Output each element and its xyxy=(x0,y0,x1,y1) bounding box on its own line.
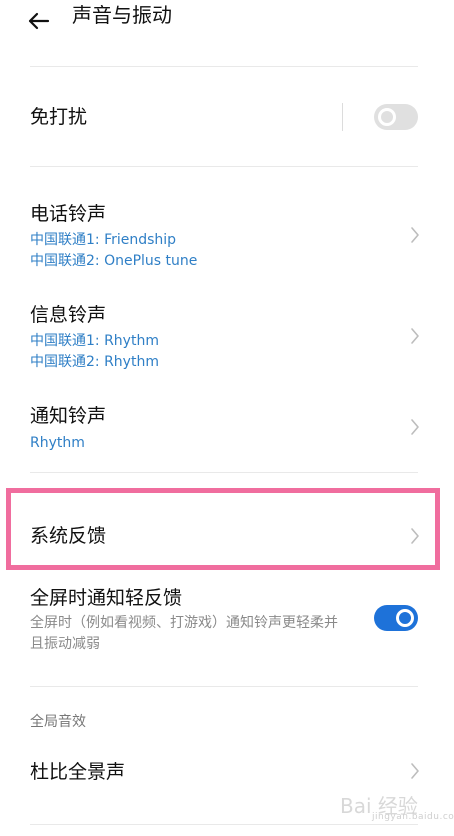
fullscreen-feedback-desc: 全屏时（例如看视频、打游戏）通知铃声更轻柔并且振动减弱 xyxy=(30,615,338,652)
chevron-right-icon xyxy=(411,419,419,435)
toggle-knob xyxy=(378,108,396,126)
divider xyxy=(30,824,418,825)
app-header: 声音与振动 xyxy=(0,0,454,48)
ringtone-sim1: 中国联通1: Friendship xyxy=(30,232,177,248)
chevron-right-icon xyxy=(411,763,419,779)
divider xyxy=(30,166,418,167)
page-title: 声音与振动 xyxy=(72,3,172,27)
message-tone-sim1: 中国联通1: Rhythm xyxy=(30,333,159,349)
divider xyxy=(30,66,418,67)
message-tone-title: 信息铃声 xyxy=(30,304,107,326)
chevron-right-icon xyxy=(411,227,419,243)
notification-tone-value: Rhythm xyxy=(30,435,85,451)
ringtone-sim2: 中国联通2: OnePlus tune xyxy=(30,253,198,269)
section-label-global-audio: 全局音效 xyxy=(30,714,86,730)
dolby-title: 杜比全景声 xyxy=(30,761,126,783)
toggle-knob xyxy=(396,609,414,627)
divider xyxy=(30,472,418,473)
dnd-toggle[interactable] xyxy=(374,104,418,130)
chevron-right-icon xyxy=(411,328,419,344)
fullscreen-feedback-title: 全屏时通知轻反馈 xyxy=(30,587,183,609)
back-arrow-icon[interactable] xyxy=(24,6,54,36)
ringtone-title: 电话铃声 xyxy=(30,203,107,225)
dnd-title: 免打扰 xyxy=(30,106,88,128)
divider xyxy=(30,686,418,687)
fullscreen-feedback-toggle[interactable] xyxy=(374,605,418,631)
watermark-url: jingyan.baidu.com xyxy=(372,812,454,822)
highlight-box xyxy=(6,488,440,570)
message-tone-sim2: 中国联通2: Rhythm xyxy=(30,354,159,370)
notification-tone-title: 通知铃声 xyxy=(30,405,107,427)
vertical-separator xyxy=(342,103,343,131)
